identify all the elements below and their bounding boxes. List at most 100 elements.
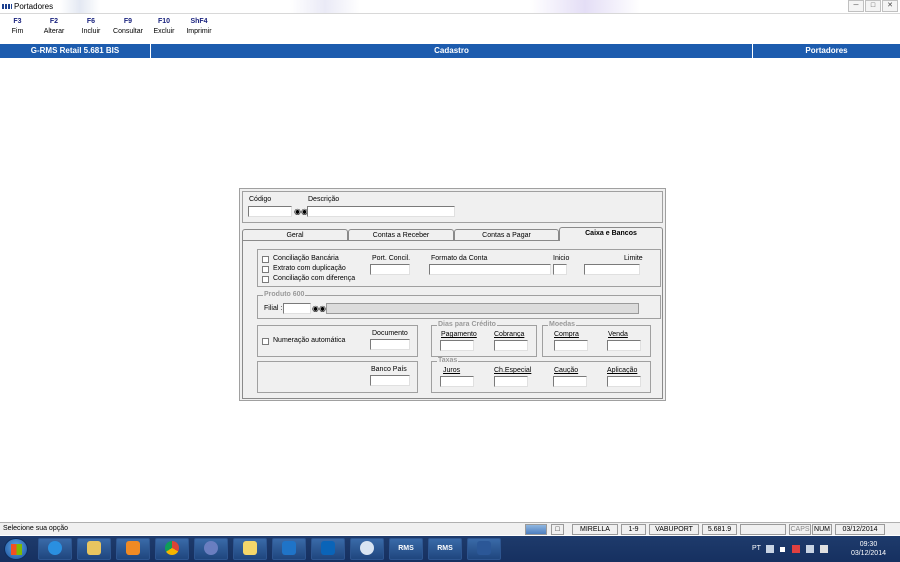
language-indicator[interactable]: PT: [752, 545, 761, 552]
rms-taskbar-button-1[interactable]: RMS: [389, 538, 423, 560]
documento-input[interactable]: [370, 339, 410, 350]
fkey-alterar[interactable]: F2 Alterar: [35, 17, 73, 43]
status-date: 03/12/2014: [835, 524, 885, 535]
binoculars-search-icon[interactable]: ◉◉: [294, 207, 308, 216]
status-message: Selecione sua opção: [3, 525, 68, 532]
produto-legend: Produto 600: [263, 291, 306, 298]
outlook-icon: [321, 541, 335, 556]
word-taskbar-button[interactable]: [467, 538, 501, 560]
rms-taskbar-button-2[interactable]: RMS: [428, 538, 462, 560]
documento-label: Documento: [372, 330, 408, 337]
windows-logo-icon: [11, 544, 22, 555]
outlook-taskbar-button[interactable]: [311, 538, 345, 560]
venda-input[interactable]: [607, 340, 641, 351]
folder-icon: [243, 541, 257, 556]
explorer-taskbar-button[interactable]: [77, 538, 111, 560]
screen-title: Portadores: [805, 46, 848, 55]
dias-credito-group: Dias para Crédito Pagamento Cobrança: [431, 321, 537, 357]
pagamento-label: Pagamento: [441, 331, 477, 338]
system-tray: PT 09:30 03/12/2014: [740, 536, 900, 562]
fkey-consultar[interactable]: F9 Consultar: [109, 17, 147, 43]
lync-icon: [282, 541, 296, 556]
venda-label: Venda: [608, 331, 628, 338]
filial-input[interactable]: [283, 303, 311, 314]
fkey-incluir[interactable]: F6 Incluir: [73, 17, 109, 43]
conciliacao-bancaria-label: Conciliação Bancária: [273, 255, 339, 262]
cobranca-input[interactable]: [494, 340, 528, 351]
document-icon: □: [551, 524, 564, 535]
rms-label-2: RMS: [437, 545, 453, 552]
conciliacao-diferenca-checkbox[interactable]: [262, 276, 269, 283]
network-icon[interactable]: [806, 545, 814, 553]
formato-conta-input[interactable]: [429, 264, 551, 275]
fkey-excluir[interactable]: F10 Excluir: [147, 17, 181, 43]
start-button[interactable]: [4, 538, 28, 560]
compra-input[interactable]: [554, 340, 588, 351]
limite-label: Limite: [624, 255, 643, 262]
ch-especial-input[interactable]: [494, 376, 528, 387]
action-center-icon[interactable]: [792, 545, 800, 553]
status-user: MIRELLA: [572, 524, 618, 535]
chrome-taskbar-button[interactable]: [155, 538, 189, 560]
word-icon: [477, 541, 491, 556]
numeracao-group: Numeração automática Documento: [257, 325, 418, 357]
binoculars-filial-icon[interactable]: ◉◉: [312, 304, 326, 313]
conciliacao-diferenca-label: Conciliação com diferença: [273, 275, 356, 282]
windows-taskbar: RMS RMS PT 09:30 03/12/2014: [0, 536, 900, 562]
pagamento-input[interactable]: [440, 340, 474, 351]
aplicacao-label: Aplicação: [607, 367, 638, 374]
cd-taskbar-button[interactable]: [194, 538, 228, 560]
keyboard-icon: [525, 524, 547, 535]
fkey-imprimir[interactable]: ShF4 Imprimir: [181, 17, 217, 43]
clock-time: 09:30: [859, 541, 878, 548]
folder-taskbar-button[interactable]: [233, 538, 267, 560]
circle-app-taskbar-button[interactable]: [350, 538, 384, 560]
keyboard-tray-icon[interactable]: [766, 545, 774, 553]
numeracao-automatica-label: Numeração automática: [273, 337, 346, 344]
show-hidden-icons-icon[interactable]: [780, 547, 785, 552]
juros-label: Juros: [443, 367, 461, 374]
banco-pais-group: Banco País: [257, 361, 418, 393]
port-concil-label: Port. Concil.: [372, 255, 411, 262]
limite-input[interactable]: [584, 264, 640, 275]
extrato-duplicacao-checkbox[interactable]: [262, 266, 269, 273]
moedas-legend: Moedas: [548, 321, 577, 328]
status-blank: [740, 524, 786, 535]
caucao-input[interactable]: [553, 376, 587, 387]
port-concil-input[interactable]: [370, 264, 410, 275]
moedas-group: Moedas Compra Venda: [542, 321, 651, 357]
filial-label: Filial :: [264, 305, 283, 312]
inicio-label: Inicio: [553, 255, 570, 262]
numeracao-automatica-checkbox[interactable]: [262, 338, 269, 345]
codigo-input[interactable]: [248, 206, 292, 217]
status-version: 5.681.9: [702, 524, 737, 535]
extrato-duplicacao-label: Extrato com duplicação: [273, 265, 346, 272]
ie-taskbar-button[interactable]: [38, 538, 72, 560]
descricao-input[interactable]: [307, 206, 455, 217]
filial-description-field: [326, 303, 639, 314]
system-clock[interactable]: 09:30 03/12/2014: [851, 540, 886, 558]
compra-label: Compra: [554, 331, 579, 338]
volume-icon[interactable]: [820, 545, 828, 553]
window-title: Portadores: [14, 2, 54, 11]
banco-pais-input[interactable]: [370, 375, 410, 386]
media-taskbar-button[interactable]: [116, 538, 150, 560]
codigo-label: Código: [249, 196, 272, 203]
inicio-input[interactable]: [553, 264, 567, 275]
produto-group: Produto 600 Filial : ◉◉: [257, 291, 661, 319]
section-title: Cadastro: [151, 44, 753, 58]
minimize-button[interactable]: ─: [848, 0, 864, 12]
juros-input[interactable]: [440, 376, 474, 387]
conciliacao-bancaria-checkbox[interactable]: [262, 256, 269, 263]
file-explorer-icon: [87, 541, 101, 556]
aplicacao-input[interactable]: [607, 376, 641, 387]
status-range: 1-9: [621, 524, 646, 535]
maximize-button[interactable]: □: [865, 0, 881, 12]
header-bar: G-RMS Retail 5.681 BIS Cadastro Portador…: [0, 44, 900, 58]
tab-panel-caixa-bancos: Conciliação Bancária Extrato com duplica…: [242, 240, 663, 399]
taxas-legend: Taxas: [437, 357, 459, 364]
lync-taskbar-button[interactable]: [272, 538, 306, 560]
fkey-fim[interactable]: F3 Fim: [0, 17, 35, 43]
tab-caixa-bancos[interactable]: Caixa e Bancos: [559, 227, 663, 241]
close-button[interactable]: ✕: [882, 0, 898, 12]
